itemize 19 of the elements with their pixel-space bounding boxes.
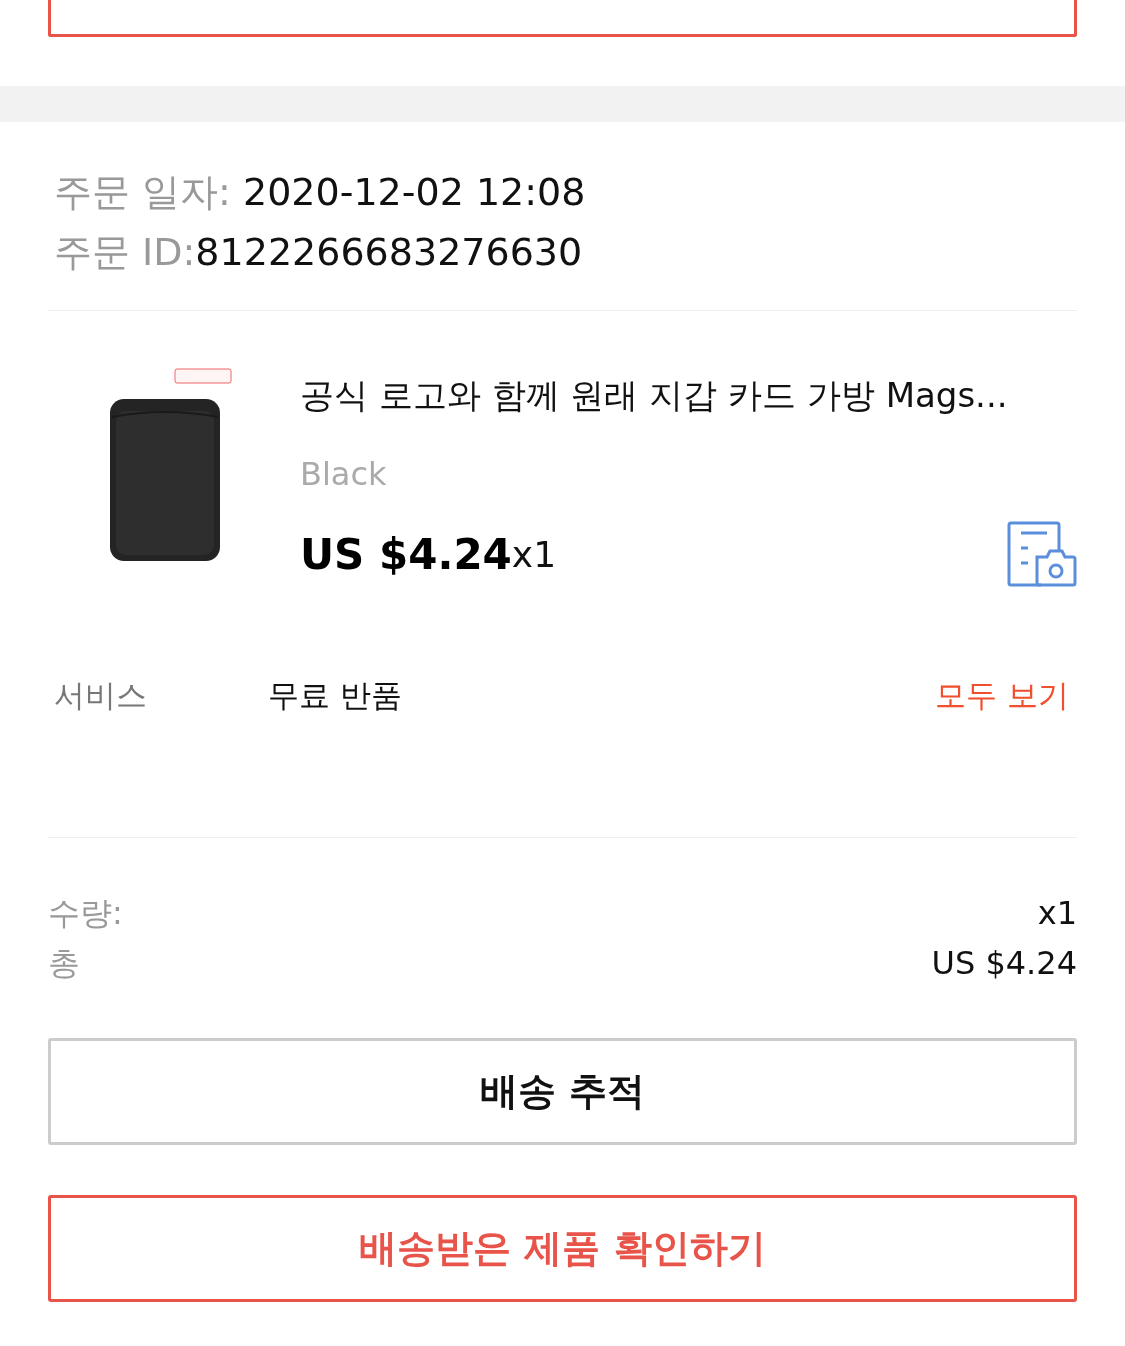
summary-value: US $4.24 bbox=[931, 943, 1077, 984]
order-id: 8122266683276630 bbox=[195, 230, 583, 274]
confirm-button[interactable]: 배송받은 제품 확인하기 bbox=[48, 1195, 1077, 1302]
service-label: 서비스 bbox=[54, 676, 148, 715]
order-date: 2020-12-02 12:08 bbox=[243, 170, 586, 214]
summary-value: x1 bbox=[1037, 893, 1077, 934]
order-date-label: 주문 일자: bbox=[54, 170, 231, 214]
product-quantity: x1 bbox=[511, 533, 557, 575]
document-camera-icon[interactable] bbox=[1007, 521, 1077, 587]
track-button[interactable]: 배송 추적 bbox=[48, 1038, 1077, 1145]
service-value: 무료 반품 bbox=[268, 676, 402, 715]
order-id-label: 주문 ID: bbox=[54, 230, 196, 274]
summary-label: 총 bbox=[48, 943, 80, 984]
product-price: US $4.24 bbox=[300, 529, 512, 579]
product-variant: Black bbox=[300, 455, 388, 493]
action-button[interactable] bbox=[48, 0, 1077, 37]
summary-label: 수량: bbox=[48, 893, 123, 934]
view-all-link[interactable]: 모두 보기 bbox=[935, 675, 1069, 717]
product-title[interactable]: 공식 로고와 함께 원래 지갑 카드 가방 Mags... bbox=[300, 373, 1077, 419]
